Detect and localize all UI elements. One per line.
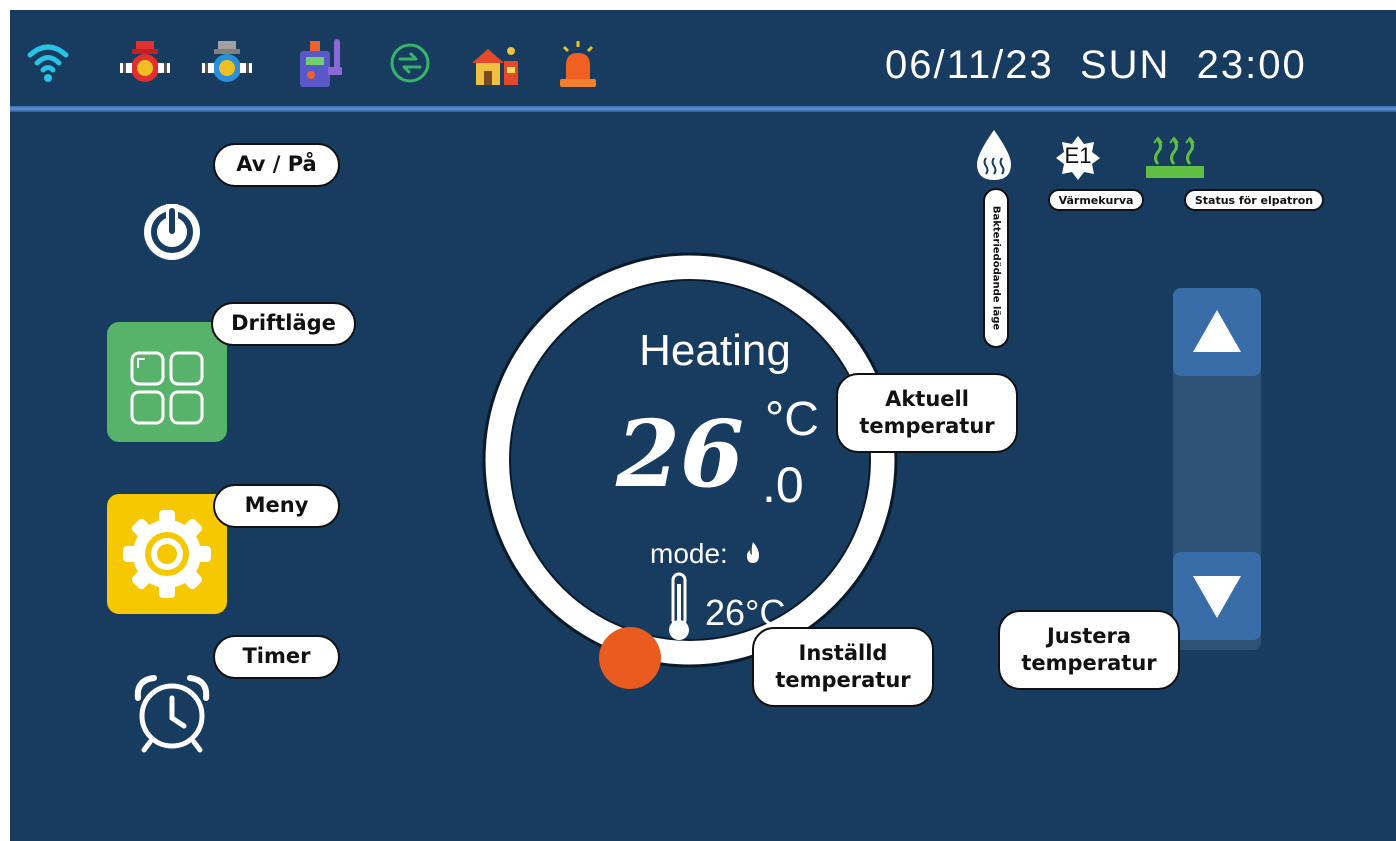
heater-status-callout: Status för elpatron <box>1184 189 1324 211</box>
header-divider <box>10 106 1396 112</box>
alarm-icon <box>560 41 596 87</box>
sterilization-callout: Bakteriedödande läge <box>983 188 1009 348</box>
sterilization-icon <box>977 130 1011 180</box>
datetime-display: 06/11/23 SUN 23:00 <box>885 43 1307 87</box>
operating-mode-button[interactable] <box>107 322 227 442</box>
mode-row: mode: <box>650 538 764 570</box>
timer-callout: Timer <box>213 635 340 679</box>
house-heating-icon <box>472 47 518 85</box>
gear-icon <box>123 510 211 598</box>
arrow-down-icon <box>1193 576 1241 618</box>
compressor-icon <box>300 39 342 87</box>
electric-heater-icon <box>1146 136 1204 178</box>
timer-button[interactable] <box>124 670 220 756</box>
menu-callout: Meny <box>213 484 340 528</box>
flame-icon <box>746 542 759 563</box>
current-temperature-decimal: .0 <box>762 457 804 513</box>
arrow-up-icon <box>1193 310 1241 352</box>
current-temperature: 26 <box>616 400 745 508</box>
power-callout: Av / På <box>213 143 340 187</box>
power-button[interactable] <box>134 192 210 268</box>
circulation-pump-red-icon <box>120 41 170 82</box>
mode-title: Heating <box>639 326 791 375</box>
defrost-icon <box>390 43 430 83</box>
thermometer-icon <box>669 572 689 640</box>
set-temperature-callout: Inställd temperatur <box>752 627 934 707</box>
wifi-icon <box>27 44 69 82</box>
heat-curve-badge: E1 <box>1064 143 1092 168</box>
current-temperature-callout: Aktuell temperatur <box>836 373 1018 453</box>
heat-curve-callout: Värmekurva <box>1048 189 1144 211</box>
dial-knob[interactable] <box>599 627 661 689</box>
menu-button[interactable] <box>107 494 227 614</box>
circulation-pump-blue-icon <box>202 41 252 82</box>
temperature-unit: °C <box>765 393 819 446</box>
grid-icon <box>130 351 204 425</box>
operating-mode-callout: Driftläge <box>211 302 356 346</box>
adjust-temperature-callout: Justera temperatur <box>998 610 1180 690</box>
mode-label: mode: <box>650 538 728 569</box>
sterilization-label: Bakteriedödande läge <box>990 205 1002 331</box>
thermostat-screen: 06/11/23 SUN 23:00 Av / På Driftläge Men… <box>10 10 1396 841</box>
increase-temperature-button[interactable] <box>1173 288 1261 376</box>
decrease-temperature-button[interactable] <box>1173 552 1261 640</box>
